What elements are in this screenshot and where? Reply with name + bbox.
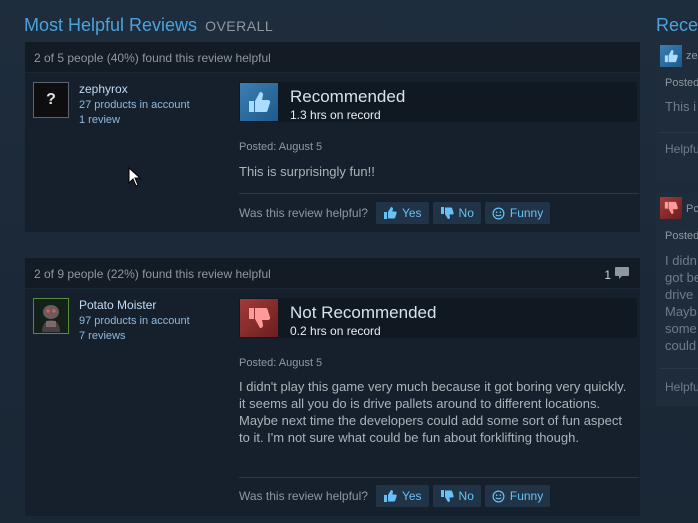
divider xyxy=(660,368,698,369)
divider xyxy=(660,132,698,133)
thumbs-up-icon xyxy=(383,206,397,220)
avatar[interactable]: ? xyxy=(33,82,69,118)
thumbs-down-icon xyxy=(240,299,278,337)
recent-reviews-title: Rece xyxy=(656,15,698,35)
recent-review-author[interactable]: Pc xyxy=(686,203,698,215)
smiley-icon xyxy=(492,207,505,220)
section-title-text: Most Helpful Reviews xyxy=(24,15,198,35)
review-header: 2 of 9 people (22%) found this review he… xyxy=(25,258,640,289)
thumbs-down-icon xyxy=(440,206,454,220)
no-button[interactable]: No xyxy=(432,202,481,224)
thumbs-down-icon xyxy=(660,197,682,219)
funny-label: Funny xyxy=(509,206,544,220)
helpful-question: Was this review helpful? xyxy=(239,489,368,503)
author-meta: 97 products in account 7 reviews xyxy=(79,314,190,344)
avatar-placeholder-glyph: ? xyxy=(46,91,56,108)
hours-on-record: 1.3 hrs on record xyxy=(290,108,381,122)
author-products[interactable]: 27 products in account xyxy=(79,98,190,113)
funny-button[interactable]: Funny xyxy=(484,485,551,507)
helpful-controls: Was this review helpful? Yes No Funny xyxy=(239,202,554,224)
author-name[interactable]: Potato Moister xyxy=(79,298,156,312)
recent-review-posted: Posted xyxy=(665,77,698,89)
recent-review-helpful: Helpfu xyxy=(665,142,698,156)
yes-label: Yes xyxy=(401,206,422,220)
author-products[interactable]: 97 products in account xyxy=(79,314,190,329)
comment-count[interactable]: 1 xyxy=(604,266,630,283)
posted-date: Posted: August 5 xyxy=(239,141,323,153)
thumbs-up-icon xyxy=(660,45,682,67)
recent-review-line: could xyxy=(665,338,697,353)
no-button[interactable]: No xyxy=(432,485,481,507)
review-header: 2 of 5 people (40%) found this review he… xyxy=(25,42,640,73)
section-title: Most Helpful Reviews OVERALL xyxy=(24,15,273,39)
thumbs-up-icon xyxy=(240,83,278,121)
no-label: No xyxy=(458,489,474,503)
posted-date: Posted: August 5 xyxy=(239,357,323,369)
helpful-controls: Was this review helpful? Yes No Funny xyxy=(239,485,554,507)
author-reviews[interactable]: 7 reviews xyxy=(79,329,190,344)
recent-review-helpful: Helpfu xyxy=(665,380,698,394)
yes-label: Yes xyxy=(401,489,422,503)
comment-bubble-icon xyxy=(614,266,630,283)
smiley-icon xyxy=(492,490,505,503)
vote-title: Not Recommended xyxy=(290,303,437,322)
review-content: I didn't play this game very much becaus… xyxy=(239,379,627,445)
no-label: No xyxy=(458,206,474,220)
review-card: 2 of 5 people (40%) found this review he… xyxy=(25,42,640,232)
section-subtitle: OVERALL xyxy=(205,18,274,34)
funny-button[interactable]: Funny xyxy=(484,202,551,224)
mouse-cursor-icon xyxy=(128,166,142,192)
vote-header[interactable]: Not Recommended 0.2 hrs on record xyxy=(239,298,637,338)
thumbs-down-icon xyxy=(440,489,454,503)
divider xyxy=(239,193,639,194)
avatar[interactable] xyxy=(33,298,69,334)
recent-review-line: some xyxy=(665,321,697,336)
recent-review-line: got be xyxy=(665,270,698,285)
author-name[interactable]: zephyrox xyxy=(79,82,128,96)
funny-label: Funny xyxy=(509,489,544,503)
avatar-image xyxy=(34,299,68,333)
yes-button[interactable]: Yes xyxy=(375,485,429,507)
comment-count-number: 1 xyxy=(604,267,611,282)
recent-review-line: Mayb xyxy=(665,304,697,319)
recent-review-line: drive xyxy=(665,287,694,302)
recent-review-text: This i xyxy=(665,99,697,114)
author-reviews[interactable]: 1 review xyxy=(79,113,190,128)
author-meta: 27 products in account 1 review xyxy=(79,98,190,128)
helpful-question: Was this review helpful? xyxy=(239,206,368,220)
review-card: 2 of 9 people (22%) found this review he… xyxy=(25,258,640,516)
vote-header[interactable]: Recommended 1.3 hrs on record xyxy=(239,82,637,122)
divider xyxy=(239,477,639,478)
helpful-count-text: 2 of 5 people (40%) found this review he… xyxy=(34,51,271,65)
recent-review-posted: Posted xyxy=(665,230,698,242)
yes-button[interactable]: Yes xyxy=(375,202,429,224)
thumbs-up-icon xyxy=(383,489,397,503)
recent-review-author[interactable]: ze xyxy=(686,50,698,62)
recent-review-line: I didn xyxy=(665,253,697,268)
vote-title: Recommended xyxy=(290,87,406,106)
review-content: This is surprisingly fun!! xyxy=(239,164,375,179)
helpful-count-text: 2 of 9 people (22%) found this review he… xyxy=(34,267,271,281)
hours-on-record: 0.2 hrs on record xyxy=(290,324,381,338)
